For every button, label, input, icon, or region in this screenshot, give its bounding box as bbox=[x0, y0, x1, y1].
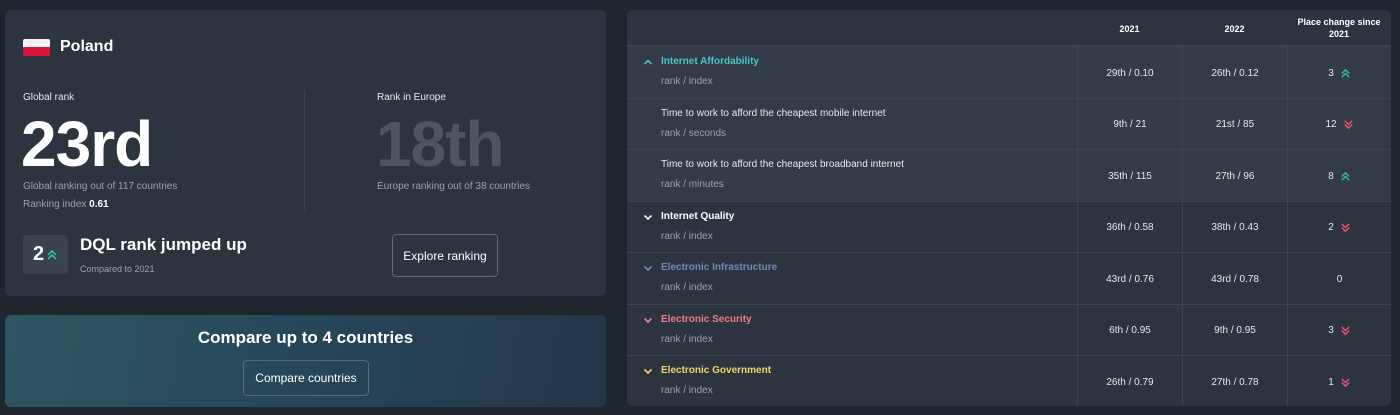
cell-2022: 43rd / 0.78 bbox=[1182, 253, 1287, 305]
row-unit: rank / index bbox=[661, 333, 713, 345]
double-chevron-up-icon bbox=[1341, 68, 1350, 78]
chevron-down-icon[interactable] bbox=[643, 366, 653, 376]
place-change-value: 2 bbox=[1328, 222, 1334, 233]
cell-2022: 9th / 0.95 bbox=[1182, 304, 1287, 357]
chevron-down-icon[interactable] bbox=[643, 263, 653, 273]
chevron-up-icon[interactable] bbox=[643, 57, 653, 67]
row-unit: rank / index bbox=[661, 282, 713, 293]
double-chevron-down-icon bbox=[1341, 223, 1350, 233]
double-chevron-down-icon bbox=[1341, 377, 1350, 387]
cell-2021: 29th / 0.10 bbox=[1077, 47, 1182, 99]
row-name: Electronic Security bbox=[661, 313, 752, 325]
double-chevron-down-icon bbox=[1341, 326, 1350, 336]
rank-jump-sub: Compared to 2021 bbox=[80, 264, 155, 274]
cell-2022: 26th / 0.12 bbox=[1182, 47, 1287, 99]
row-name: Electronic Infrastructure bbox=[661, 262, 778, 273]
cell-place-change: 3 bbox=[1287, 304, 1391, 357]
row-name: Internet Affordability bbox=[661, 56, 759, 67]
chevron-down-icon[interactable] bbox=[643, 315, 653, 325]
table-row: Time to work to afford the cheapest mobi… bbox=[627, 97, 1391, 151]
chevron-down-icon[interactable] bbox=[643, 212, 653, 222]
place-change-value: 3 bbox=[1328, 67, 1334, 79]
country-summary-card: Poland Global rank 23rd Global ranking o… bbox=[5, 10, 606, 296]
header-place-change: Place change since 2021 bbox=[1297, 17, 1381, 39]
cell-2022: 27th / 0.78 bbox=[1182, 356, 1287, 406]
table-row[interactable]: Electronic Security rank / index 6th / 0.9… bbox=[627, 303, 1391, 357]
cell-2022: 38th / 0.43 bbox=[1182, 201, 1287, 254]
table-row[interactable]: Internet Quality rank / index 36th / 0.58 3… bbox=[627, 200, 1391, 254]
cell-place-change: 12 bbox=[1287, 98, 1391, 151]
country-name: Poland bbox=[60, 38, 114, 55]
compare-card: Compare up to 4 countries Compare countr… bbox=[5, 315, 606, 407]
table-row[interactable]: Electronic Infrastructure rank / index 43r… bbox=[627, 252, 1391, 305]
cell-2021: 36th / 0.58 bbox=[1077, 201, 1182, 254]
europe-rank-label: Rank in Europe bbox=[377, 92, 446, 103]
place-change-value: 12 bbox=[1325, 119, 1337, 130]
cell-place-change: 3 bbox=[1287, 47, 1391, 99]
double-chevron-up-icon bbox=[1341, 171, 1350, 181]
compare-countries-button[interactable]: Compare countries bbox=[243, 360, 369, 396]
europe-rank-sub: Europe ranking out of 38 countries bbox=[377, 181, 530, 192]
cell-place-change: 2 bbox=[1287, 201, 1391, 254]
ranking-index: Ranking index 0.61 bbox=[23, 199, 109, 210]
cell-place-change: 0 bbox=[1287, 253, 1391, 305]
rank-jump-value: 2 bbox=[32, 243, 45, 265]
place-change-value: 8 bbox=[1328, 170, 1334, 182]
row-unit: rank / seconds bbox=[661, 127, 727, 139]
double-chevron-down-icon bbox=[1343, 120, 1353, 130]
row-name: Internet Quality bbox=[661, 210, 735, 222]
cell-2022: 27th / 96 bbox=[1182, 150, 1287, 202]
table-row[interactable]: Internet Affordability rank / index 29th /… bbox=[627, 46, 1391, 99]
rank-jump-title: DQL rank jumped up bbox=[80, 235, 247, 254]
row-unit: rank / index bbox=[661, 230, 713, 242]
ranking-index-label: Ranking index bbox=[23, 199, 87, 210]
header-2022: 2022 bbox=[1224, 24, 1245, 34]
global-rank-sub: Global ranking out of 117 countries bbox=[23, 181, 178, 192]
cell-2021: 35th / 115 bbox=[1077, 150, 1182, 202]
global-rank-value: 23rd bbox=[21, 108, 153, 180]
row-unit: rank / minutes bbox=[661, 179, 724, 190]
row-name: Time to work to afford the cheapest broa… bbox=[661, 159, 904, 170]
cell-2021: 9th / 21 bbox=[1077, 98, 1182, 151]
explore-ranking-button[interactable]: Explore ranking bbox=[392, 234, 498, 277]
place-change-value: 1 bbox=[1328, 376, 1334, 388]
global-rank-label: Global rank bbox=[23, 92, 75, 103]
row-name: Electronic Government bbox=[661, 365, 772, 376]
cell-2022: 21st / 85 bbox=[1182, 98, 1287, 151]
rank-jump-badge: 2 bbox=[23, 235, 68, 274]
divider bbox=[304, 90, 305, 210]
place-change-value: 3 bbox=[1328, 325, 1334, 336]
table-header: 2021 2022 Place change since 2021 bbox=[627, 10, 1391, 46]
europe-rank-value: 18th bbox=[376, 108, 505, 180]
table-row: Time to work to afford the cheapest broa… bbox=[627, 149, 1391, 202]
row-unit: rank / index bbox=[661, 385, 713, 396]
ranking-index-value: 0.61 bbox=[89, 199, 109, 210]
cell-place-change: 1 bbox=[1287, 356, 1391, 406]
header-2021: 2021 bbox=[1119, 24, 1140, 34]
double-chevron-up-icon bbox=[47, 249, 57, 260]
row-unit: rank / index bbox=[661, 76, 713, 87]
table-row[interactable]: Electronic Government rank / index 26th / … bbox=[627, 355, 1391, 406]
compare-title: Compare up to 4 countries bbox=[197, 328, 414, 347]
cell-2021: 6th / 0.95 bbox=[1077, 304, 1182, 357]
cell-2021: 43rd / 0.76 bbox=[1077, 253, 1182, 305]
cell-2021: 26th / 0.79 bbox=[1077, 356, 1182, 406]
cell-place-change: 8 bbox=[1287, 150, 1391, 202]
row-name: Time to work to afford the cheapest mobi… bbox=[661, 107, 886, 119]
ranking-table: 2021 2022 Place change since 2021 Intern… bbox=[627, 10, 1391, 406]
place-change-value: 0 bbox=[1336, 273, 1343, 285]
country-header: Poland bbox=[23, 38, 113, 56]
poland-flag-icon bbox=[23, 38, 50, 56]
